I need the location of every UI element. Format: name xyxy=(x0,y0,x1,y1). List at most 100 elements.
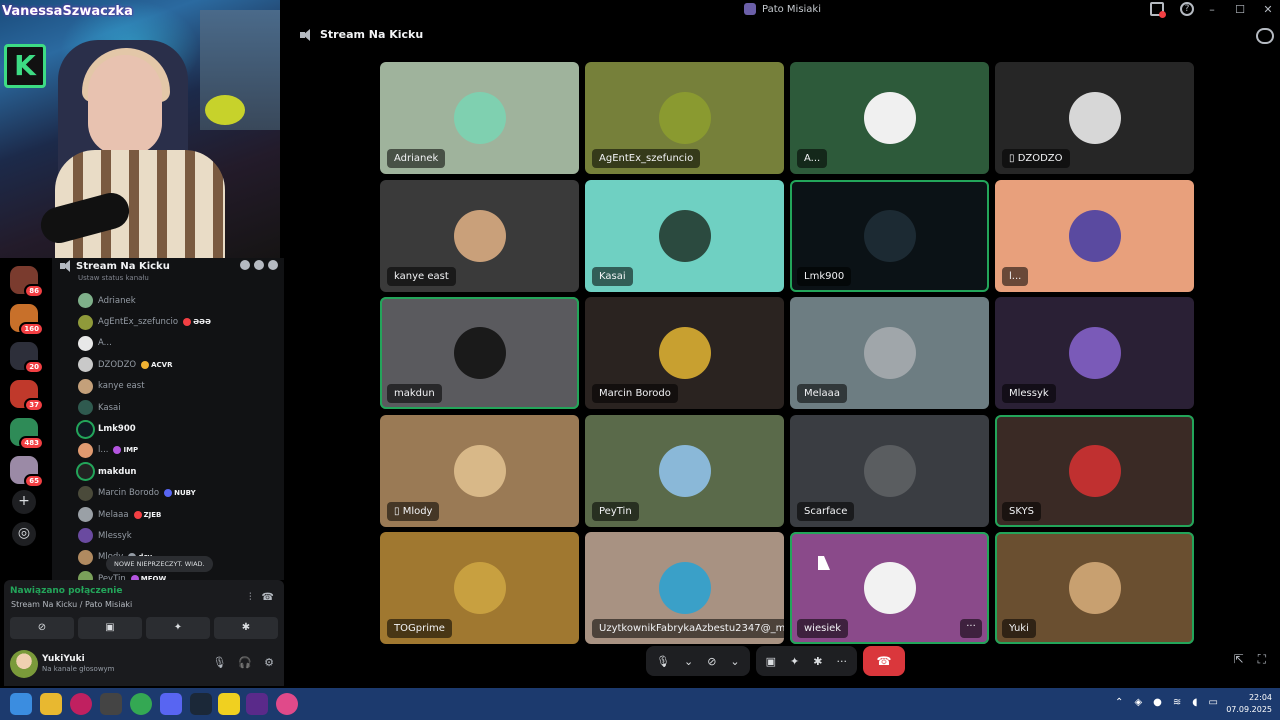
server-icon[interactable]: 160 xyxy=(10,304,44,336)
discover-icon[interactable]: ◎ xyxy=(12,522,36,546)
disconnect-button[interactable]: ☎ xyxy=(862,646,905,676)
disconnect-icon[interactable]: ☎ xyxy=(262,592,274,603)
settings-icon[interactable]: ⚙ xyxy=(264,656,274,669)
participant-tile[interactable]: UzytkownikFabrykaAzbestu2347@_m2 xyxy=(585,532,784,644)
voice-member[interactable]: DZODZO ACVR xyxy=(78,354,278,375)
voice-member[interactable]: Mlessyk xyxy=(78,525,278,546)
camera-off-button[interactable]: ⊘ xyxy=(10,617,74,639)
server-icon[interactable]: 86 xyxy=(10,266,44,298)
chrome-icon[interactable] xyxy=(130,693,152,715)
soundboard-button[interactable]: ✱ xyxy=(214,617,278,639)
settings-icon[interactable] xyxy=(268,260,278,270)
start-icon[interactable] xyxy=(10,693,32,715)
microphone-icon[interactable]: 🎙 xyxy=(212,656,226,669)
new-messages-pill[interactable]: NOWE NIEPRZECZYT. WIAD. xyxy=(106,556,213,572)
participant-name-label: Mlessyk xyxy=(1009,388,1049,399)
opera-icon[interactable] xyxy=(70,693,92,715)
more-icon[interactable]: ··· xyxy=(832,655,851,668)
minimize-button[interactable]: – xyxy=(1206,3,1218,16)
app-icon[interactable] xyxy=(100,693,122,715)
network-icon[interactable]: ◈ xyxy=(1134,697,1142,708)
battery-icon[interactable]: ▭ xyxy=(1209,697,1218,708)
file-explorer-icon[interactable] xyxy=(40,693,62,715)
discord-icon[interactable] xyxy=(160,693,182,715)
set-channel-status[interactable]: Ustaw status kanału xyxy=(78,274,149,282)
maximize-button[interactable]: ☐ xyxy=(1234,3,1246,16)
voice-member[interactable]: Melaaa ZJEB xyxy=(78,504,278,525)
username[interactable]: YukiYuki xyxy=(42,654,85,664)
microphone-icon[interactable]: 🎙 xyxy=(652,655,674,668)
microphone-icon[interactable]: ● xyxy=(1153,697,1162,708)
avatar[interactable] xyxy=(10,650,38,678)
close-button[interactable]: ✕ xyxy=(1262,3,1274,16)
popout-icon[interactable]: ⇱ xyxy=(1234,652,1244,667)
voice-member[interactable]: Marcin Borodo NUBY xyxy=(78,483,278,504)
voice-member[interactable]: A... xyxy=(78,333,278,354)
participant-tile[interactable]: Marcin Borodo xyxy=(585,297,784,409)
help-icon[interactable]: ? xyxy=(1180,2,1194,16)
participant-tile[interactable]: kanye east xyxy=(380,180,579,292)
participant-tile[interactable]: Scarface xyxy=(790,415,989,527)
invite-icon[interactable] xyxy=(254,260,264,270)
screenshare-icon[interactable]: ▣ xyxy=(762,655,780,668)
server-icon[interactable]: 65 xyxy=(10,456,44,488)
app-icon[interactable] xyxy=(246,693,268,715)
voice-member[interactable]: Kasai xyxy=(78,397,278,418)
participant-name-label: Marcin Borodo xyxy=(599,388,671,399)
voice-member[interactable]: kanye east xyxy=(78,376,278,397)
participant-tile[interactable]: Kasai xyxy=(585,180,784,292)
participant-tile[interactable]: AgEntEx_szefuncio xyxy=(585,62,784,174)
participant-tile[interactable]: Lmk900 xyxy=(790,180,989,292)
participant-tile[interactable]: Melaaa xyxy=(790,297,989,409)
participant-tile[interactable]: A... xyxy=(790,62,989,174)
headphones-icon[interactable]: 🎧 xyxy=(238,656,252,669)
activity-button[interactable]: ✦ xyxy=(146,617,210,639)
avatar xyxy=(863,92,916,144)
participant-tile[interactable]: l... xyxy=(995,180,1194,292)
fullscreen-icon[interactable]: ⛶ xyxy=(1258,652,1266,667)
voice-member[interactable]: l... IMP xyxy=(78,440,278,461)
participant-tile[interactable]: Adrianek xyxy=(380,62,579,174)
participant-name: SKYS xyxy=(1002,502,1042,521)
soundboard-icon[interactable]: ✱ xyxy=(809,655,826,668)
participant-tile[interactable]: TOGprime xyxy=(380,532,579,644)
participant-tile[interactable]: wiesiek ··· xyxy=(790,532,989,644)
participant-tile[interactable]: Mlessyk xyxy=(995,297,1194,409)
app-icon[interactable] xyxy=(276,693,298,715)
activity-icon[interactable]: ✦ xyxy=(786,655,803,668)
screenshare-button[interactable]: ▣ xyxy=(78,617,142,639)
voice-member[interactable]: AgEntEx_szefuncio ƏƏƏ xyxy=(78,311,278,332)
steam-icon[interactable] xyxy=(190,693,212,715)
participant-tile[interactable]: Yuki xyxy=(995,532,1194,644)
wifi-icon[interactable]: ≋ xyxy=(1173,697,1181,708)
notes-icon[interactable] xyxy=(218,693,240,715)
more-options-icon[interactable]: ··· xyxy=(960,619,982,638)
participant-tile[interactable]: ▯ Mlody xyxy=(380,415,579,527)
camera-options-chevron-icon[interactable]: ⌄ xyxy=(726,655,743,668)
add-server-icon[interactable]: + xyxy=(12,490,36,514)
inbox-icon[interactable] xyxy=(1150,2,1166,18)
participant-tile[interactable]: PeyTin xyxy=(585,415,784,527)
channel-title[interactable]: Stream Na Kicku xyxy=(60,260,170,272)
server-icon[interactable]: 20 xyxy=(10,342,44,374)
server-icon[interactable]: 483 xyxy=(10,418,44,450)
volume-icon[interactable]: ◖ xyxy=(1192,697,1197,708)
participant-name-label: A... xyxy=(804,153,821,164)
mic-options-chevron-icon[interactable]: ⌄ xyxy=(680,655,697,668)
connection-location[interactable]: Stream Na Kicku / Pato Misiaki xyxy=(11,600,132,609)
participant-tile[interactable]: makdun xyxy=(380,297,579,409)
avatar xyxy=(658,445,711,497)
chevron-up-icon[interactable]: ⌃ xyxy=(1115,697,1123,708)
server-icon[interactable]: 37 xyxy=(10,380,44,412)
signal-icon[interactable]: ⫶ xyxy=(249,592,252,603)
participant-tile[interactable]: ▯ DZODZO xyxy=(995,62,1194,174)
participant-tile[interactable]: SKYS xyxy=(995,415,1194,527)
chat-toggle-icon[interactable] xyxy=(1256,28,1274,44)
participant-name-label: kanye east xyxy=(394,271,449,282)
voice-member[interactable]: Adrianek xyxy=(78,290,278,311)
voice-member[interactable]: makdun xyxy=(78,461,278,482)
chat-icon[interactable] xyxy=(240,260,250,270)
clock[interactable]: 22:04 07.09.2025 xyxy=(1226,692,1272,716)
voice-member[interactable]: Lmk900 xyxy=(78,418,278,439)
camera-off-icon[interactable]: ⊘ xyxy=(703,655,720,668)
